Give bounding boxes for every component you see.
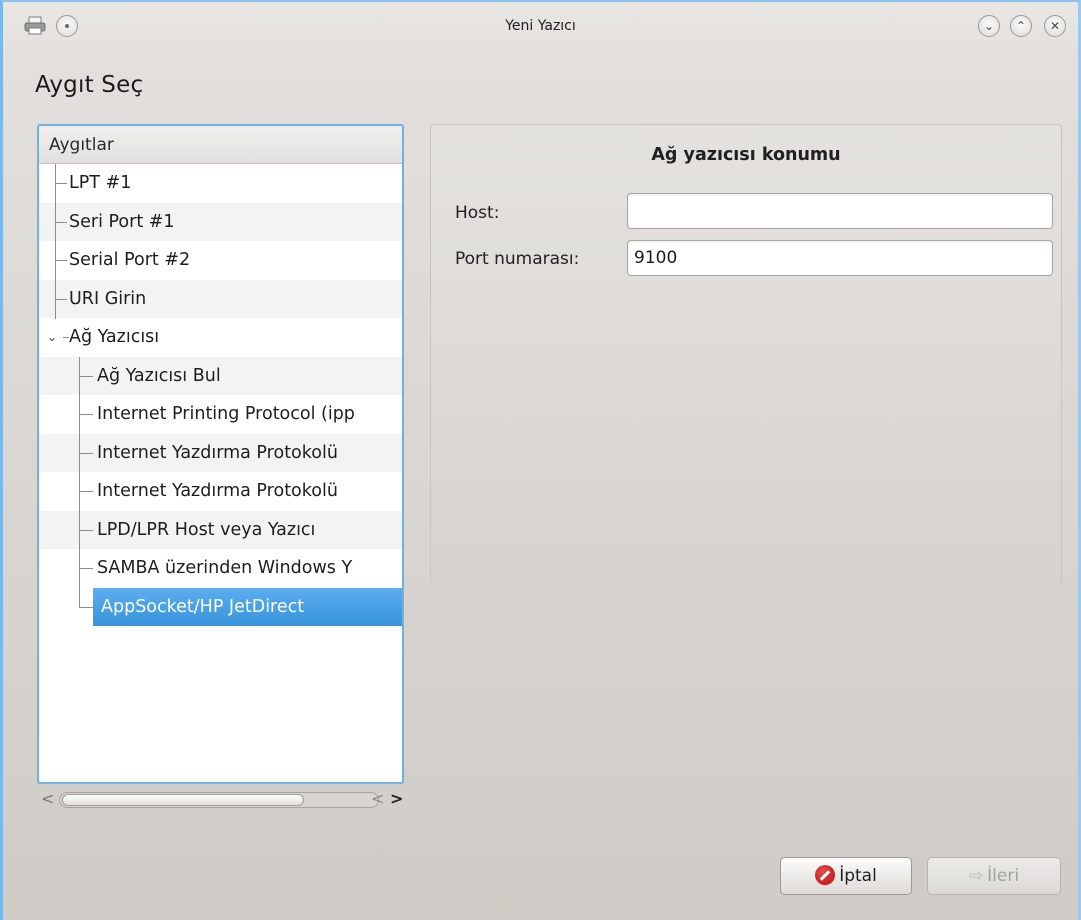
tree-item-network-printer[interactable]: ⌄ Ağ Yazıcısı (39, 318, 402, 357)
next-button-label: İleri (987, 866, 1020, 886)
tree-item-label: LPT #1 (69, 173, 132, 193)
cancel-button[interactable]: İptal (780, 857, 912, 895)
tree-item-lpd-lpr[interactable]: LPD/LPR Host veya Yazıcı (39, 510, 402, 550)
tree-item-label: Ağ Yazıcısı Bul (97, 365, 221, 386)
tree-item-ipp[interactable]: Internet Printing Protocol (ipp (39, 395, 402, 434)
tree-item-label: Internet Yazdırma Protokolü (97, 442, 338, 463)
scrollbar-thumb[interactable] (62, 794, 304, 806)
tree-item-label: LPD/LPR Host veya Yazıcı (97, 519, 316, 540)
cancel-button-label: İptal (839, 866, 877, 886)
tree-item-appsocket[interactable]: AppSocket/HP JetDirect (39, 587, 402, 627)
tree-item-label: AppSocket/HP JetDirect (93, 587, 402, 626)
tree-item-label: Serial Port #2 (69, 250, 191, 270)
close-button[interactable]: ✕ (1044, 15, 1066, 37)
tree-item-serial-port-2[interactable]: Serial Port #2 (39, 241, 402, 280)
host-input[interactable] (627, 193, 1053, 229)
scroll-left-icon[interactable]: < (41, 789, 54, 808)
panel-title: Ağ yazıcısı konumu (651, 145, 841, 165)
tree-item-label: SAMBA üzerinden Windows Y (97, 558, 353, 578)
tree-item-find-network-printer[interactable]: Ağ Yazıcısı Bul (39, 356, 402, 396)
tree-item-internet-printing-1[interactable]: Internet Yazdırma Protokolü (39, 433, 402, 473)
host-label: Host: (455, 203, 500, 223)
port-input[interactable] (627, 240, 1053, 276)
network-printer-location-panel: Ağ yazıcısı konumu Host: Port numarası: (430, 124, 1062, 584)
tree-item-label: Ağ Yazıcısı (69, 327, 160, 347)
port-label: Port numarası: (455, 249, 580, 269)
tree-item-label: Internet Printing Protocol (ipp (97, 404, 355, 424)
minimize-button[interactable]: ⌄ (978, 15, 1000, 37)
device-tree[interactable]: Aygıtlar LPT #1 Seri Port #1 Serial Port… (37, 124, 404, 784)
tree-horizontal-scrollbar[interactable]: < < > (41, 789, 406, 811)
new-printer-window: Yeni Yazıcı ⌄ ⌃ ✕ Aygıt Seç Aygıtlar LPT… (0, 0, 1081, 920)
title-bar[interactable]: Yeni Yazıcı ⌄ ⌃ ✕ (3, 2, 1078, 52)
tree-item-internet-printing-2[interactable]: Internet Yazdırma Protokolü (39, 472, 402, 511)
tree-item-lpt1[interactable]: LPT #1 (39, 164, 402, 203)
tree-item-samba[interactable]: SAMBA üzerinden Windows Y (39, 549, 402, 588)
scroll-left-secondary-icon[interactable]: < (371, 789, 384, 808)
chevron-down-icon[interactable]: ⌄ (47, 318, 57, 356)
cancel-icon (815, 865, 836, 885)
scroll-right-icon[interactable]: > (390, 789, 403, 808)
window-title: Yeni Yazıcı (505, 18, 576, 34)
scrollbar-track[interactable] (59, 792, 379, 808)
maximize-button[interactable]: ⌃ (1010, 15, 1032, 37)
tree-column-header[interactable]: Aygıtlar (39, 126, 402, 164)
next-button[interactable]: ⇨ İleri (927, 857, 1061, 895)
tree-item-label: Seri Port #1 (69, 211, 175, 232)
tree-item-label: Internet Yazdırma Protokolü (97, 481, 338, 501)
tree-item-serial-port-1[interactable]: Seri Port #1 (39, 202, 402, 242)
tree-item-enter-uri[interactable]: URI Girin (39, 279, 402, 319)
tree-item-label: URI Girin (69, 288, 147, 309)
arrow-right-icon: ⇨ (968, 866, 984, 886)
page-title: Aygıt Seç (35, 72, 144, 98)
